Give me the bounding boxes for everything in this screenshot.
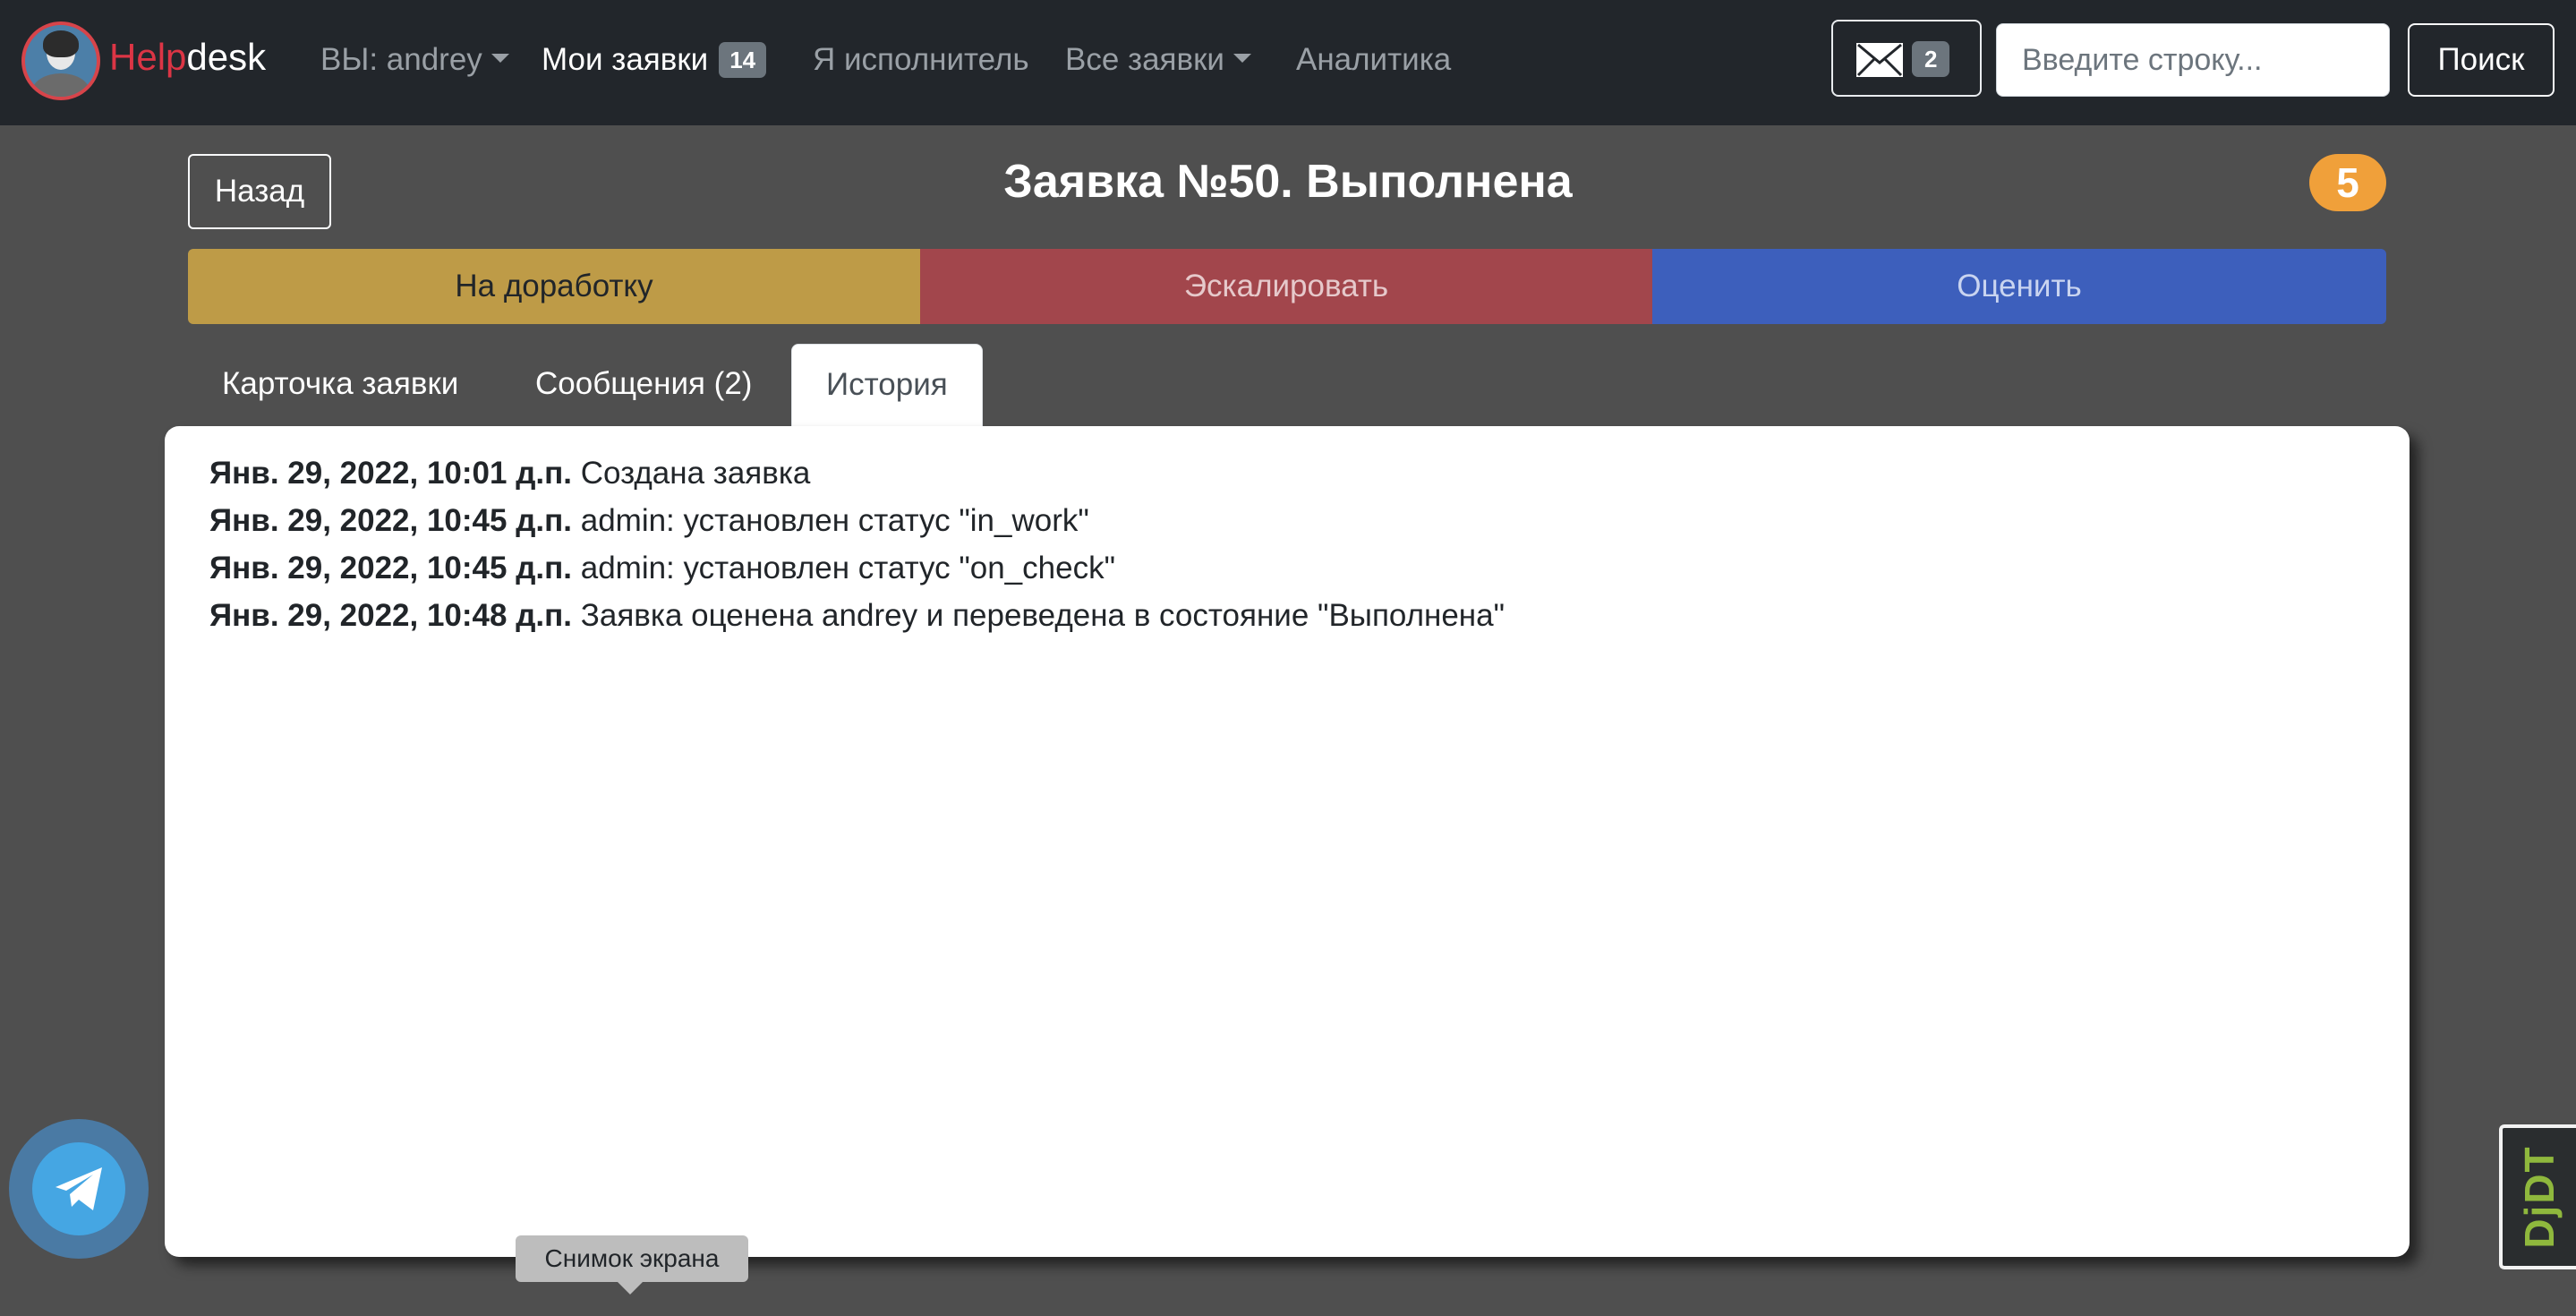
rate-button[interactable]: Оценить xyxy=(1652,249,2386,324)
all-tickets-label: Все заявки xyxy=(1065,42,1224,77)
user-menu-dropdown[interactable]: ВЫ: andrey xyxy=(320,39,509,81)
rating-badge: 5 xyxy=(2309,154,2386,211)
history-timestamp: Янв. 29, 2022, 10:45 д.п. xyxy=(209,503,572,538)
page-title: Заявка №50. Выполнена xyxy=(1003,156,1573,208)
brand-name-part2: desk xyxy=(186,36,267,78)
history-text: Создана заявка xyxy=(580,456,811,491)
history-entry: Янв. 29, 2022, 10:45 д.п. admin: установ… xyxy=(209,544,2365,592)
back-button[interactable]: Назад xyxy=(188,154,331,229)
tab-history[interactable]: История xyxy=(791,344,983,430)
telegram-button[interactable] xyxy=(9,1119,149,1259)
user-menu-label: ВЫ: andrey xyxy=(320,42,482,77)
screenshot-tooltip: Снимок экрана xyxy=(516,1235,748,1282)
tab-ticket-card[interactable]: Карточка заявки xyxy=(188,344,492,426)
messages-button[interactable]: 2 xyxy=(1831,20,1982,97)
history-text: admin: установлен статус "on_check" xyxy=(580,551,1116,585)
debug-toolbar-handle[interactable]: DjDT xyxy=(2499,1124,2576,1269)
avatar-logo-icon[interactable] xyxy=(21,21,100,100)
chevron-down-icon xyxy=(1233,53,1251,63)
telegram-icon xyxy=(32,1142,125,1235)
brand-link[interactable]: Helpdesk xyxy=(109,34,266,81)
history-panel: Янв. 29, 2022, 10:01 д.п. Создана заявка… xyxy=(165,426,2410,1257)
history-timestamp: Янв. 29, 2022, 10:48 д.п. xyxy=(209,598,572,633)
search-input[interactable] xyxy=(1996,23,2390,97)
history-text: Заявка оценена andrey и переведена в сос… xyxy=(580,598,1506,633)
tooltip-arrow xyxy=(618,1282,643,1295)
search-button[interactable]: Поиск xyxy=(2408,23,2555,97)
chevron-down-icon xyxy=(490,53,509,63)
tab-messages[interactable]: Сообщения (2) xyxy=(501,344,786,426)
history-entry: Янв. 29, 2022, 10:48 д.п. Заявка оценена… xyxy=(209,592,2365,639)
escalate-button[interactable]: Эскалировать xyxy=(920,249,1652,324)
history-timestamp: Янв. 29, 2022, 10:45 д.п. xyxy=(209,551,572,585)
brand-name-part1: Help xyxy=(109,36,187,78)
rework-button[interactable]: На доработку xyxy=(188,249,920,324)
top-navbar: Helpdesk ВЫ: andrey Мои заявки 14 Я испол… xyxy=(0,0,2576,125)
all-tickets-dropdown[interactable]: Все заявки xyxy=(1065,39,1251,81)
nav-i-am-assignee[interactable]: Я исполнитель xyxy=(813,39,1029,81)
my-tickets-count-badge: 14 xyxy=(719,41,767,78)
history-entry: Янв. 29, 2022, 10:45 д.п. admin: установ… xyxy=(209,497,2365,544)
history-entry: Янв. 29, 2022, 10:01 д.п. Создана заявка xyxy=(209,449,2365,497)
envelope-icon xyxy=(1856,43,1903,77)
nav-my-tickets-label: Мои заявки xyxy=(542,42,709,77)
nav-my-tickets[interactable]: Мои заявки 14 xyxy=(542,39,767,81)
mail-count-badge: 2 xyxy=(1912,41,1950,77)
history-timestamp: Янв. 29, 2022, 10:01 д.п. xyxy=(209,456,572,491)
debug-toolbar-label: DjDT xyxy=(2516,1145,2563,1249)
history-text: admin: установлен статус "in_work" xyxy=(580,503,1089,538)
nav-analytics[interactable]: Аналитика xyxy=(1296,39,1451,81)
